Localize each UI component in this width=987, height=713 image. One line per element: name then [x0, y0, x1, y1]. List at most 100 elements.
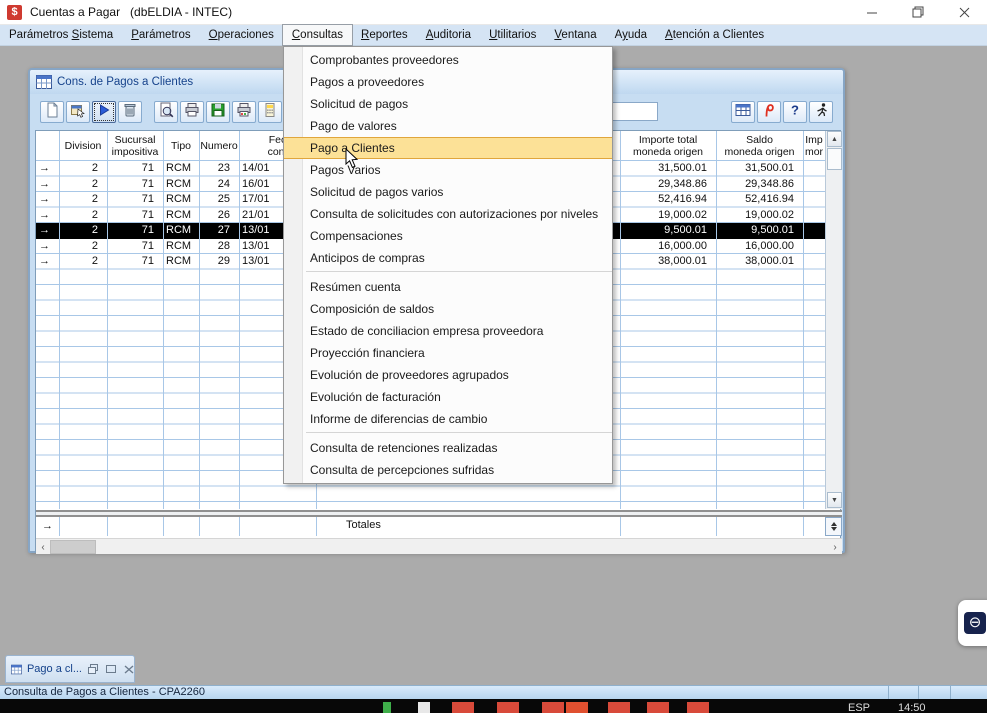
print-color-button[interactable]	[232, 101, 256, 123]
restore-button[interactable]	[895, 0, 941, 24]
column-header-sucursal[interactable]: Sucursalimpositiva	[107, 131, 163, 161]
save-button[interactable]	[206, 101, 230, 123]
column-header-numero[interactable]: Numero	[199, 131, 239, 161]
maximize-icon[interactable]	[106, 664, 116, 674]
grid-window-icon	[36, 75, 52, 89]
vscroll-thumb[interactable]	[827, 148, 842, 170]
close-icon[interactable]	[124, 664, 134, 674]
restore-icon[interactable]	[88, 664, 98, 674]
menu-par-metros-sistema[interactable]: Parámetros Sistema	[0, 25, 122, 45]
calculator-button[interactable]	[258, 101, 282, 123]
menu-item-consulta-de-solicitudes-con-autorizaciones-por-niveles[interactable]: Consulta de solicitudes con autorizacion…	[284, 203, 612, 225]
row-marker: →	[36, 161, 53, 176]
cell-numero: 24	[199, 177, 233, 192]
windows-taskbar: ESP 14:50	[0, 699, 987, 713]
menu-ayuda[interactable]: Ayuda	[606, 25, 656, 45]
menu-item-pagos-a-proveedores[interactable]: Pagos a proveedores	[284, 71, 612, 93]
toolbar-left-group	[40, 101, 282, 123]
scroll-up-button[interactable]: ▲	[827, 131, 842, 147]
print-button[interactable]	[180, 101, 204, 123]
menu-item-pago-a-clientes[interactable]: Pago a Clientes	[284, 137, 612, 159]
cell-numero: 23	[199, 161, 233, 176]
menu-item-estado-de-conciliacion-empresa-proveedora[interactable]: Estado de conciliacion empresa proveedor…	[284, 320, 612, 342]
taskbar-icon[interactable]	[542, 702, 564, 713]
properties-button[interactable]	[66, 101, 90, 123]
grid-column-line	[716, 131, 717, 509]
menu-item-compensaciones[interactable]: Compensaciones	[284, 225, 612, 247]
menu-operaciones[interactable]: Operaciones	[200, 25, 283, 45]
taskbar-icon[interactable]	[418, 702, 430, 713]
vertical-scrollbar[interactable]: ▲ ▼	[825, 131, 842, 509]
grid-view-button[interactable]	[731, 101, 755, 123]
run-query-button[interactable]	[92, 101, 116, 123]
menu-item-consulta-de-percepciones-sufridas[interactable]: Consulta de percepciones sufridas	[284, 459, 612, 481]
totals-column-line	[803, 517, 804, 536]
column-header-impmor[interactable]: Impmor	[803, 131, 825, 161]
menu-item-pago-de-valores[interactable]: Pago de valores	[284, 115, 612, 137]
menu-reportes[interactable]: Reportes	[352, 25, 417, 45]
grid-column-line	[163, 131, 164, 509]
menu-item-res-men-cuenta[interactable]: Resúmen cuenta	[284, 276, 612, 298]
close-button[interactable]	[941, 0, 987, 24]
menu-item-solicitud-de-pagos-varios[interactable]: Solicitud de pagos varios	[284, 181, 612, 203]
new-record-button[interactable]	[40, 101, 64, 123]
totals-column-line	[716, 517, 717, 536]
column-header-saldo[interactable]: Saldomoneda origen	[716, 131, 803, 161]
menu-item-informe-de-diferencias-de-cambio[interactable]: Informe de diferencias de cambio	[284, 408, 612, 430]
scroll-left-button[interactable]: ‹	[36, 540, 50, 554]
column-header-importe[interactable]: Importe totalmoneda origen	[620, 131, 716, 161]
cell-sucursal: 71	[107, 161, 157, 176]
cell-tipo: RCM	[163, 192, 193, 207]
delete-record-button[interactable]	[118, 101, 142, 123]
taskbar-icon[interactable]	[452, 702, 474, 713]
menu-atenci-n-a-clientes[interactable]: Atención a Clientes	[656, 25, 773, 45]
scroll-right-button[interactable]: ›	[828, 540, 842, 554]
minimized-window-title: Pago a cl...	[27, 663, 82, 675]
menu-item-proyecci-n-financiera[interactable]: Proyección financiera	[284, 342, 612, 364]
totals-separator	[36, 510, 842, 517]
menu-item-consulta-de-retenciones-realizadas[interactable]: Consulta de retenciones realizadas	[284, 437, 612, 459]
scroll-down-button[interactable]: ▼	[827, 492, 842, 508]
cell-sucursal: 71	[107, 223, 157, 238]
taskbar-icon[interactable]	[687, 702, 709, 713]
totals-spinner[interactable]	[825, 517, 842, 536]
menu-item-pagos-varios[interactable]: Pagos Varios	[284, 159, 612, 181]
clock[interactable]: 14:50	[898, 702, 926, 713]
child-window-title: Cons. de Pagos a Clientes	[57, 76, 193, 88]
menu-auditoria[interactable]: Auditoria	[417, 25, 480, 45]
delete-record-icon	[122, 102, 138, 123]
cell-sucursal: 71	[107, 239, 157, 254]
menu-item-anticipos-de-compras[interactable]: Anticipos de compras	[284, 247, 612, 269]
horizontal-scrollbar[interactable]: ‹ ›	[36, 538, 842, 554]
remote-control-flyout[interactable]: ⊖	[958, 600, 987, 646]
column-header-division[interactable]: Division	[59, 131, 107, 161]
menu-utilitarios[interactable]: Utilitarios	[480, 25, 545, 45]
help-button[interactable]: ?	[783, 101, 807, 123]
menu-par-metros[interactable]: Parámetros	[122, 25, 199, 45]
taskbar-icon[interactable]	[497, 702, 519, 713]
exit-button[interactable]	[809, 101, 833, 123]
hscroll-thumb[interactable]	[50, 540, 96, 554]
taskbar-icon[interactable]	[383, 702, 391, 713]
menu-consultas[interactable]: Consultas	[283, 25, 352, 45]
statusbar-divider	[918, 686, 919, 700]
menu-ventana[interactable]: Ventana	[545, 25, 605, 45]
minimize-button[interactable]	[849, 0, 895, 24]
column-header-tipo[interactable]: Tipo	[163, 131, 199, 161]
window-title: Cuentas a Pagar (dbELDIA - INTEC)	[30, 5, 232, 19]
taskbar-icon[interactable]	[608, 702, 630, 713]
taskbar-icon[interactable]	[566, 702, 588, 713]
cell-division: 2	[59, 254, 101, 269]
teamviewer-icon: ⊖	[964, 612, 986, 634]
menu-item-evoluci-n-de-facturaci-n[interactable]: Evolución de facturación	[284, 386, 612, 408]
language-indicator[interactable]: ESP	[848, 702, 870, 713]
menu-item-composici-n-de-saldos[interactable]: Composición de saldos	[284, 298, 612, 320]
taskbar-icon[interactable]	[647, 702, 669, 713]
menu-item-evoluci-n-de-proveedores-agrupados[interactable]: Evolución de proveedores agrupados	[284, 364, 612, 386]
minimized-window[interactable]: Pago a cl...	[5, 655, 135, 683]
menu-item-solicitud-de-pagos[interactable]: Solicitud de pagos	[284, 93, 612, 115]
cell-importe: 19,000.02	[620, 208, 710, 223]
chart-button[interactable]	[757, 101, 781, 123]
print-preview-button[interactable]	[154, 101, 178, 123]
menu-item-comprobantes-proveedores[interactable]: Comprobantes proveedores	[284, 49, 612, 71]
